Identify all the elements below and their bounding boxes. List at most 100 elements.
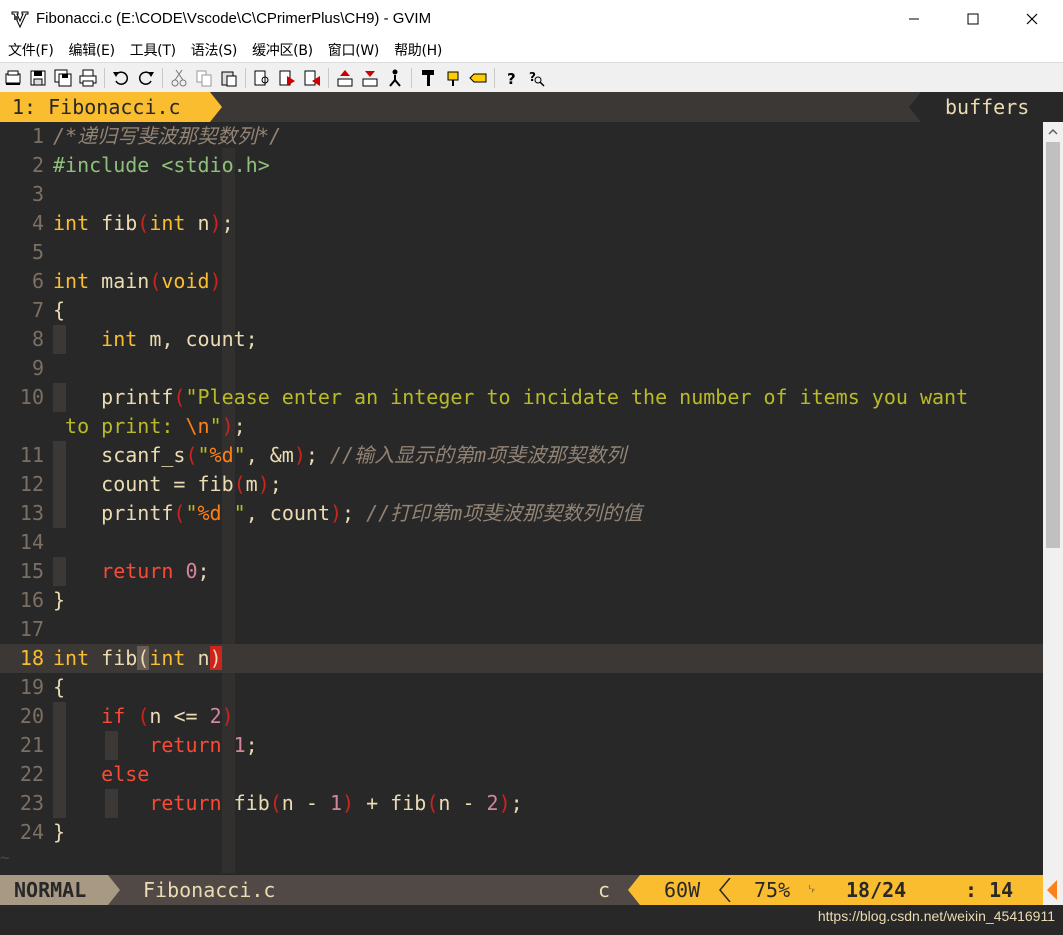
close-icon (1026, 13, 1038, 25)
code-line: 8 int m, count; (0, 325, 1043, 354)
cut-icon[interactable] (169, 68, 189, 88)
end-of-buffer-marker: ~ (0, 848, 10, 867)
tab-separator (210, 92, 222, 122)
code-line: 22 else (0, 760, 1043, 789)
code-line: 21 return 1; (0, 731, 1043, 760)
minimize-button[interactable] (891, 0, 937, 38)
menu-help[interactable]: 帮助(H) (386, 40, 449, 60)
menu-edit[interactable]: 编辑(E) (60, 40, 121, 60)
code-line: 11 scanf_s("%d", &m); //输入显示的第m项斐波那契数列 (0, 441, 1043, 470)
window-title: Fibonacci.c (E:\CODE\Vscode\C\CPrimerPlu… (36, 10, 432, 27)
code-line: 4 int fib(int n); (31, 211, 234, 235)
toolbar-separator (245, 68, 246, 88)
tabline: 1: Fibonacci.c buffers (0, 92, 1063, 122)
run-script-icon[interactable] (385, 68, 405, 88)
code-line: 2 #include <stdio.h> (31, 153, 270, 177)
status-word-count: 60W (664, 878, 701, 902)
warning-indicator (1043, 875, 1063, 905)
menu-bar: 文件(F) 编辑(E) 工具(T) 语法(S) 缓冲区(B) 窗口(W) 帮助(… (0, 38, 1063, 62)
load-session-icon[interactable] (335, 68, 355, 88)
title-bar: Fibonacci.c (E:\CODE\Vscode\C\CPrimerPlu… (0, 0, 1063, 38)
code-line: 23 return fib(n - 1) + fib(n - 2); (0, 789, 1043, 818)
code-line: 14 (19, 530, 44, 554)
copy-icon[interactable] (194, 68, 214, 88)
menu-tools[interactable]: 工具(T) (122, 40, 183, 60)
code-line: 10 printf("Please enter an integer to in… (0, 383, 1043, 412)
toolbar-separator (411, 68, 412, 88)
status-percent: 75% (754, 878, 791, 902)
buffers-separator (909, 92, 921, 122)
status-filename: Fibonacci.c (143, 878, 276, 902)
status-column: : 14 (965, 878, 1014, 902)
code-line: 15 return 0; (0, 557, 1043, 586)
find-next-icon[interactable] (277, 68, 297, 88)
menu-window[interactable]: 窗口(W) (320, 40, 386, 60)
position-separator (628, 875, 640, 905)
find-help-icon[interactable]: ? (526, 68, 546, 88)
redo-icon[interactable] (136, 68, 156, 88)
run-ctags-icon[interactable] (443, 68, 463, 88)
menu-syntax[interactable]: 语法(S) (183, 40, 244, 60)
code-line: 20 if (n <= 2) (0, 702, 1043, 731)
editor-area[interactable]: 1: Fibonacci.c buffers 1/*递归写斐波那契数列*/ 2 #… (0, 92, 1063, 935)
toolbar-separator (104, 68, 105, 88)
save-icon[interactable] (28, 68, 48, 88)
scrollbar-thumb[interactable] (1046, 142, 1060, 548)
code-line: 7{ (31, 298, 66, 322)
menu-file[interactable]: 文件(F) (0, 40, 60, 60)
make-icon[interactable] (418, 68, 438, 88)
gvim-app-icon[interactable] (10, 9, 30, 29)
buffers-text: buffers (945, 95, 1030, 119)
code-line: 16} (19, 588, 66, 612)
minimize-icon (909, 18, 919, 20)
open-icon[interactable] (3, 68, 23, 88)
find-icon[interactable] (252, 68, 272, 88)
paste-icon[interactable] (219, 68, 239, 88)
code-line: 12 count = fib(m); (0, 470, 1043, 499)
scroll-up-button[interactable] (1043, 122, 1063, 142)
toolbar-separator (494, 68, 495, 88)
watermark: https://blog.csdn.net/weixin_45416911 (813, 905, 1055, 927)
buffers-label: buffers (909, 92, 1063, 122)
vertical-scrollbar[interactable] (1043, 122, 1063, 905)
code-line-wrapped: to print: \n"); (65, 414, 246, 438)
code-buffer[interactable]: 1/*递归写斐波那契数列*/ 2 #include <stdio.h> 3 4 in… (0, 122, 1043, 847)
mode-separator (108, 875, 120, 905)
code-line-cursor: 18 int fib(int n) (0, 644, 1043, 673)
warning-arrow-icon (1047, 880, 1057, 900)
code-line: 5 (31, 240, 44, 264)
maximize-icon (967, 13, 979, 25)
find-prev-icon[interactable] (302, 68, 322, 88)
code-line: 17 (19, 617, 44, 641)
status-filetype: c (598, 878, 611, 902)
tab-fibonacci[interactable]: 1: Fibonacci.c (0, 92, 210, 122)
status-line: NORMAL Fibonacci.c c 60W 75% ␊ 18/24 : 1… (0, 875, 1043, 905)
code-line: 9 (31, 356, 44, 380)
thin-separator-icon (719, 878, 731, 902)
code-line: 1/*递归写斐波那契数列*/ (31, 124, 282, 148)
code-line: 6 int main(void) (31, 269, 222, 293)
status-line-position: 18/24 (846, 878, 907, 902)
svg-text:?: ? (507, 70, 516, 88)
chevron-up-icon (1048, 129, 1058, 135)
menu-buffers[interactable]: 缓冲区(B) (244, 40, 320, 60)
line-number-icon: ␊ (806, 882, 818, 898)
code-line: 3 (31, 182, 44, 206)
status-position-segment: 60W 75% ␊ 18/24 : 14 (628, 875, 1043, 905)
jump-tag-icon[interactable] (468, 68, 488, 88)
close-button[interactable] (1009, 0, 1055, 38)
toolbar-separator (328, 68, 329, 88)
code-line: 19{ (19, 675, 66, 699)
toolbar-separator (162, 68, 163, 88)
print-icon[interactable] (78, 68, 98, 88)
mode-indicator: NORMAL (0, 875, 108, 905)
save-all-icon[interactable] (53, 68, 73, 88)
toolbar: ? ? (0, 62, 1063, 93)
undo-icon[interactable] (111, 68, 131, 88)
svg-text:?: ? (529, 70, 536, 84)
maximize-button[interactable] (950, 0, 996, 38)
code-line: 13 printf("%d ", count); //打印第m项斐波那契数列的值 (0, 499, 1043, 528)
help-icon[interactable]: ? (501, 68, 521, 88)
code-line: 24} (19, 820, 66, 844)
save-session-icon[interactable] (360, 68, 380, 88)
